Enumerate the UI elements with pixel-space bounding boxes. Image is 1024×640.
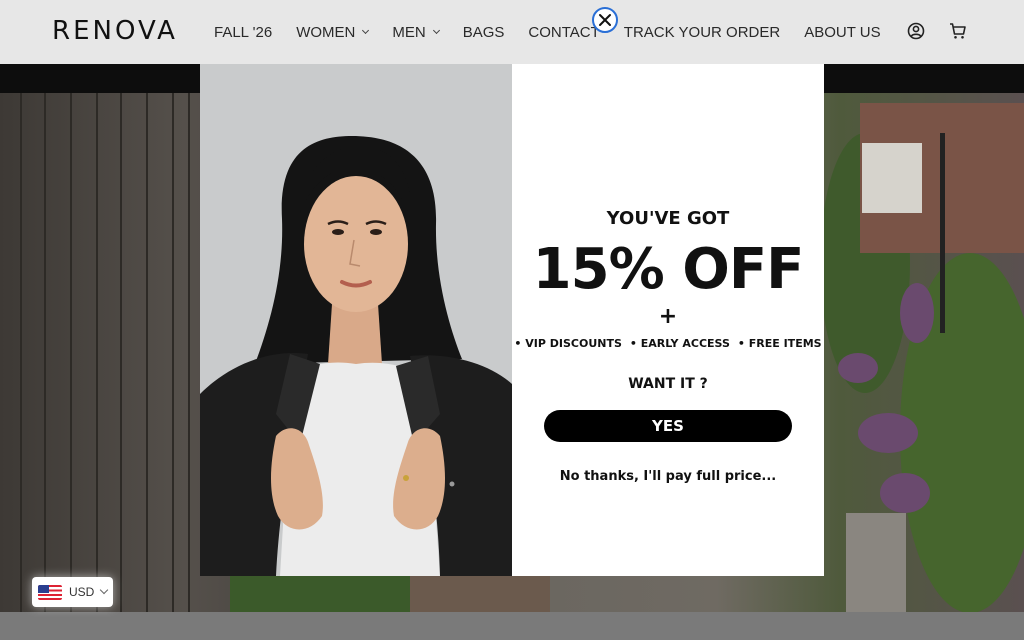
us-flag-icon (38, 584, 62, 600)
account-icon[interactable] (906, 21, 926, 41)
nav-item-bags[interactable]: BAGS (451, 24, 517, 41)
nav-item-fall[interactable]: FALL '26 (202, 24, 284, 41)
site-header: RENOVA FALL '26 WOMEN MEN BAGS CONTACT T… (0, 0, 1024, 64)
discount-popup: YOU'VE GOT 15% OFF + • VIP DISCOUNTS • E… (200, 64, 824, 576)
nav-label: TRACK YOUR ORDER (623, 23, 781, 41)
chevron-down-icon (362, 26, 370, 35)
perks-list: • VIP DISCOUNTS • EARLY ACCESS • FREE IT… (512, 337, 824, 350)
nav-label: MEN (392, 23, 426, 41)
decline-link[interactable]: No thanks, I'll pay full price... (512, 469, 824, 484)
offer-kicker: YOU'VE GOT (606, 208, 730, 229)
perk-item: • VIP DISCOUNTS (514, 337, 622, 350)
perk-item: • FREE ITEMS (737, 337, 822, 350)
nav-item-about[interactable]: ABOUT US (792, 24, 892, 41)
cart-icon[interactable] (948, 21, 968, 41)
page-bottom-band (0, 612, 1024, 640)
chevron-down-icon (432, 26, 440, 35)
nav-label: CONTACT (528, 23, 600, 41)
currency-code: USD (69, 585, 95, 599)
site-logo[interactable]: RENOVA (52, 16, 178, 46)
model-photo (200, 64, 512, 576)
offer-headline: 15% OFF (532, 237, 805, 302)
yes-button[interactable]: YES (544, 410, 792, 442)
model-illustration (200, 64, 512, 576)
nav-label: ABOUT US (804, 23, 881, 41)
currency-selector[interactable]: USD (32, 577, 113, 607)
nav-item-women[interactable]: WOMEN (284, 24, 380, 41)
offer-plus: + (658, 304, 678, 329)
close-button[interactable] (592, 7, 618, 33)
main-nav: FALL '26 WOMEN MEN BAGS CONTACT TRACK YO… (202, 0, 893, 64)
nav-label: BAGS (462, 23, 505, 41)
chevron-down-icon (100, 585, 109, 595)
offer-question: WANT IT ? (628, 376, 708, 392)
nav-label: WOMEN (296, 23, 356, 41)
perk-item: • EARLY ACCESS (629, 337, 730, 350)
nav-label: FALL '26 (214, 23, 273, 41)
close-icon (599, 14, 611, 26)
nav-item-track-order[interactable]: TRACK YOUR ORDER (612, 24, 792, 41)
nav-item-men[interactable]: MEN (380, 24, 450, 41)
popup-content: YOU'VE GOT 15% OFF + • VIP DISCOUNTS • E… (512, 64, 824, 576)
